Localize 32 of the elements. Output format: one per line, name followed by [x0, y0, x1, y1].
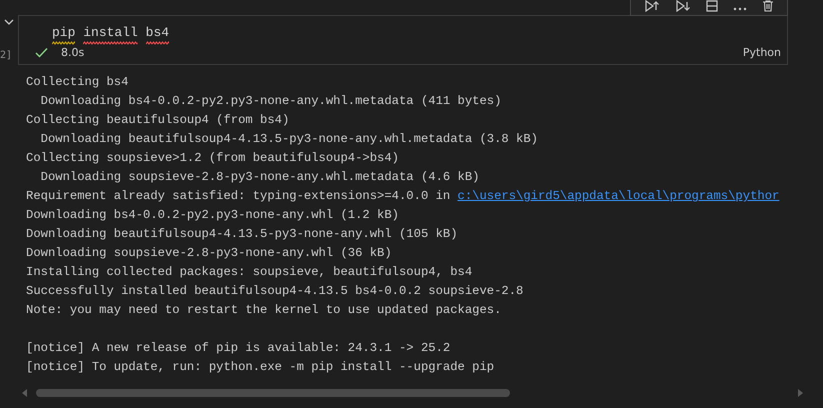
language-label[interactable]: Python	[742, 46, 781, 59]
code-token: bs4	[146, 25, 170, 40]
output-line: Downloading bs4-0.0.2-py2.py3-none-any.whl (1.2 kB)	[26, 208, 399, 222]
scroll-left-icon[interactable]	[22, 389, 28, 397]
execution-time: 8.0s	[61, 46, 84, 59]
code-token: install	[83, 25, 138, 40]
output-line: Downloading soupsieve-2.8-py3-none-any.whl.metadata (4.6 kB)	[40, 170, 480, 184]
output-line: [notice] A new release of pip is available: 24.3.1 -> 25.2	[26, 341, 450, 355]
output-line: Successfully installed beautifulsoup4-4.13.5 bs4-0.0.2 soupsieve-2.8	[26, 284, 524, 298]
output-line: Downloading bs4-0.0.2-py2.py3-none-any.whl.metadata (411 bytes)	[40, 94, 502, 108]
run-above-icon[interactable]	[644, 0, 660, 12]
scroll-right-icon[interactable]	[797, 389, 803, 397]
split-cell-icon[interactable]	[704, 0, 719, 12]
output-line: Downloading beautifulsoup4-4.13.5-py3-none-any.whl.metadata (3.8 kB)	[40, 132, 538, 146]
horizontal-scrollbar[interactable]	[22, 389, 803, 397]
output-line: Installing collected packages: soupsieve, beautifulsoup4, bs4	[26, 265, 472, 279]
output-line: Collecting beautifulsoup4 (from bs4)	[26, 113, 290, 127]
output-line: Collecting soupsieve>1.2 (from beautifulsoup4->bs4)	[26, 151, 399, 165]
run-below-icon[interactable]	[674, 0, 691, 12]
output-line: Downloading beautifulsoup4-4.13.5-py3-none-any.whl (105 kB)	[26, 227, 458, 241]
code-token: pip	[52, 25, 76, 40]
scrollbar-thumb[interactable]	[36, 389, 510, 397]
output-line: [notice] To update, run: python.exe -m pip install --upgrade pip	[26, 360, 494, 374]
path-link[interactable]: c:\users\gird5\appdata\local\programs\pythor	[458, 189, 780, 203]
output-line: Downloading soupsieve-2.8-py3-none-any.whl (36 kB)	[26, 246, 392, 260]
trash-icon[interactable]	[762, 0, 774, 12]
output-line: Collecting bs4	[26, 75, 128, 89]
output-line: Note: you may need to restart the kernel to use updated packages.	[26, 303, 502, 317]
chevron-icon[interactable]	[4, 18, 14, 26]
code-cell[interactable]: pip install bs4 8.0s Python	[18, 15, 788, 65]
execution-count: 2]	[0, 50, 12, 61]
output-line: Requirement already satisfied: typing-extensions>=4.0.0 in	[26, 189, 452, 203]
